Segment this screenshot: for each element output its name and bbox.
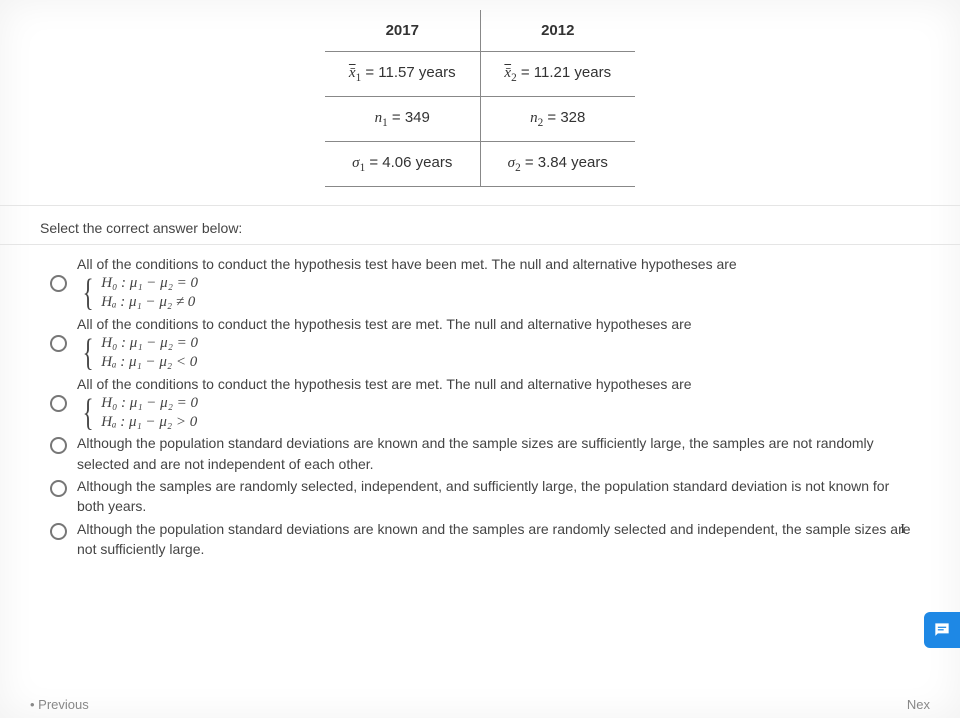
question-page: 2017 2012 x̄1 = 11.57 years x̄2 = 11.21 …: [0, 0, 960, 718]
answer-options: All of the conditions to conduct the hyp…: [0, 245, 960, 560]
table-row: x̄1 = 11.57 years x̄2 = 11.21 years: [325, 52, 635, 97]
cell-sigma1: σ1 = 4.06 years: [325, 142, 480, 187]
h0-line: H₀ : μ₁ − μ₂ = 0: [101, 334, 198, 353]
cell-n2: n2 = 328: [480, 97, 635, 142]
h0-line: H₀ : μ₁ − μ₂ = 0: [101, 394, 198, 413]
cell-sigma2: σ2 = 3.84 years: [480, 142, 635, 187]
question-prompt: Select the correct answer below:: [0, 205, 960, 245]
ha-line: Hₐ : μ₁ − μ₂ > 0: [101, 413, 198, 432]
summary-stats-table: 2017 2012 x̄1 = 11.57 years x̄2 = 11.21 …: [325, 10, 635, 187]
option-intro: Although the samples are randomly select…: [77, 476, 920, 517]
cell-xbar1: x̄1 = 11.57 years: [325, 52, 480, 97]
option-body: Although the samples are randomly select…: [77, 476, 920, 517]
radio-icon[interactable]: [50, 437, 67, 454]
option-6[interactable]: Although the population standard deviati…: [50, 518, 920, 561]
table-header-row: 2017 2012: [325, 10, 635, 52]
radio-icon[interactable]: [50, 275, 67, 292]
ha-line: Hₐ : μ₁ − μ₂ < 0: [101, 353, 198, 372]
radio-icon[interactable]: [50, 480, 67, 497]
hypotheses: { H₀ : μ₁ − μ₂ = 0 Hₐ : μ₁ − μ₂ ≠ 0: [79, 274, 920, 312]
h0-line: H₀ : μ₁ − μ₂ = 0: [101, 274, 198, 293]
option-body: Although the population standard deviati…: [77, 433, 920, 474]
left-brace-icon: {: [83, 335, 94, 371]
radio-icon[interactable]: [50, 395, 67, 412]
col-header-2017: 2017: [325, 10, 480, 52]
option-body: Although the population standard deviati…: [77, 519, 920, 560]
previous-link[interactable]: • Previous: [30, 697, 89, 712]
left-brace-icon: {: [83, 395, 94, 431]
option-intro: All of the conditions to conduct the hyp…: [77, 254, 920, 274]
option-intro: Although the population standard deviati…: [77, 433, 920, 474]
table-row: σ1 = 4.06 years σ2 = 3.84 years: [325, 142, 635, 187]
option-body: All of the conditions to conduct the hyp…: [77, 374, 920, 432]
chat-icon: [932, 620, 952, 640]
next-link[interactable]: Nex: [907, 697, 930, 712]
option-5[interactable]: Although the samples are randomly select…: [50, 475, 920, 518]
left-brace-icon: {: [83, 275, 94, 311]
hypotheses: { H₀ : μ₁ − μ₂ = 0 Hₐ : μ₁ − μ₂ < 0: [79, 334, 920, 372]
radio-icon[interactable]: [50, 523, 67, 540]
col-header-2012: 2012: [480, 10, 635, 52]
data-table-container: 2017 2012 x̄1 = 11.57 years x̄2 = 11.21 …: [0, 10, 960, 205]
option-body: All of the conditions to conduct the hyp…: [77, 314, 920, 372]
option-body: All of the conditions to conduct the hyp…: [77, 254, 920, 312]
option-intro: Although the population standard deviati…: [77, 519, 920, 560]
table-row: n1 = 349 n2 = 328: [325, 97, 635, 142]
chat-help-button[interactable]: [924, 612, 960, 648]
option-intro: All of the conditions to conduct the hyp…: [77, 374, 920, 394]
ha-line: Hₐ : μ₁ − μ₂ ≠ 0: [101, 293, 198, 312]
hypotheses: { H₀ : μ₁ − μ₂ = 0 Hₐ : μ₁ − μ₂ > 0: [79, 394, 920, 432]
radio-icon[interactable]: [50, 335, 67, 352]
text-cursor-icon: I: [900, 522, 905, 538]
option-4[interactable]: Although the population standard deviati…: [50, 432, 920, 475]
option-1[interactable]: All of the conditions to conduct the hyp…: [50, 253, 920, 313]
footer-nav: • Previous Nex: [0, 697, 960, 712]
option-3[interactable]: All of the conditions to conduct the hyp…: [50, 373, 920, 433]
option-intro: All of the conditions to conduct the hyp…: [77, 314, 920, 334]
cell-xbar2: x̄2 = 11.21 years: [480, 52, 635, 97]
cell-n1: n1 = 349: [325, 97, 480, 142]
option-2[interactable]: All of the conditions to conduct the hyp…: [50, 313, 920, 373]
